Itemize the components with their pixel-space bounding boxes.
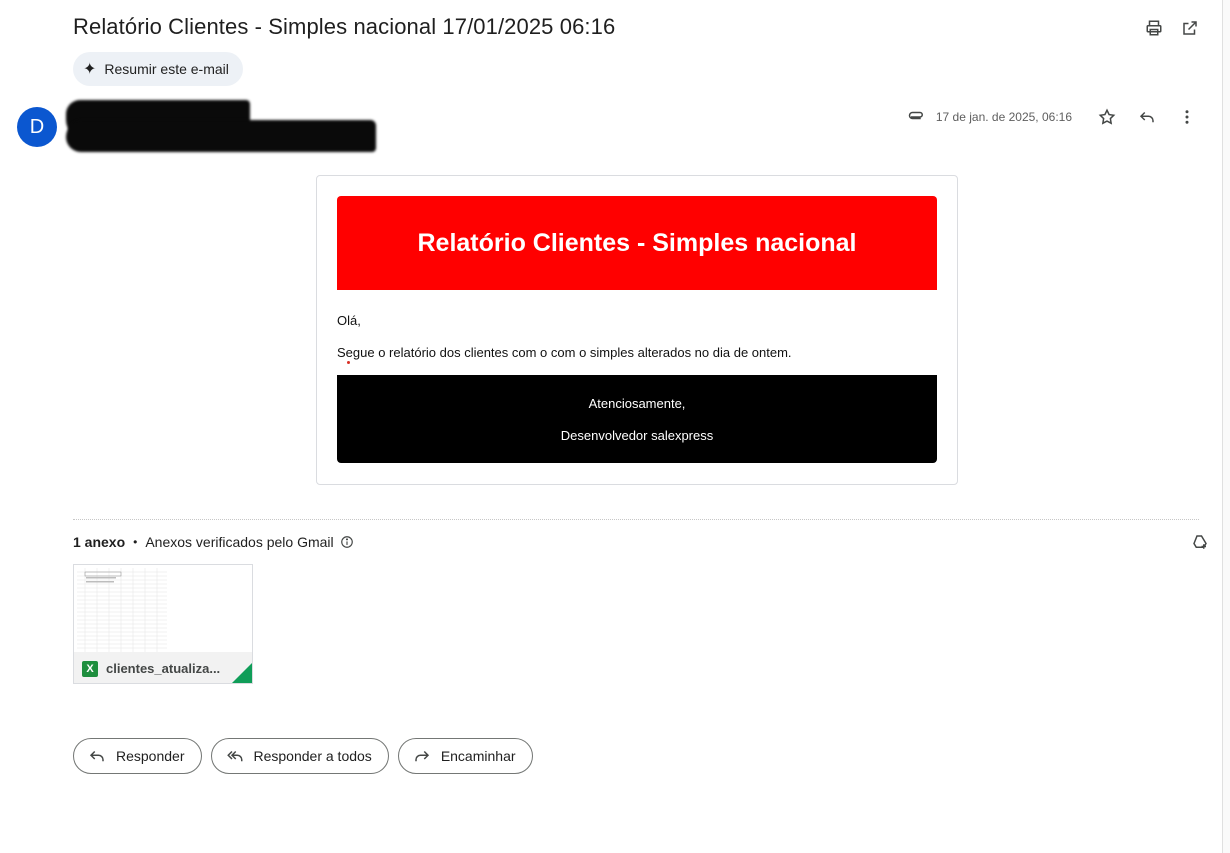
signature-text: Desenvolvedor salexpress — [560, 427, 714, 443]
email-subject: Relatório Clientes - Simples nacional 17… — [73, 14, 616, 39]
forward-label: Encaminhar — [440, 748, 516, 764]
forward-icon — [415, 750, 429, 762]
sender-avatar[interactable]: D — [17, 107, 57, 147]
reply-label: Responder — [116, 748, 185, 764]
attachments-divider — [73, 519, 1199, 520]
more-vert-icon[interactable] — [1172, 107, 1202, 127]
scrollbar-rail[interactable] — [1222, 0, 1230, 853]
bullet-separator: • — [133, 535, 138, 549]
attachment-filename: clientes_atualiza... — [106, 661, 221, 676]
attachment-count: 1 anexo — [73, 534, 126, 550]
info-icon[interactable] — [340, 535, 354, 549]
star-icon[interactable] — [1092, 107, 1122, 127]
reply-icon — [89, 750, 104, 762]
attachment-thumbnail[interactable]: X clientes_atualiza... — [73, 564, 253, 684]
email-footer: Atenciosamente, Desenvolvedor salexpress — [337, 375, 937, 463]
attachments-verified-label: Anexos verificados pelo Gmail — [145, 534, 334, 550]
reply-button[interactable]: Responder — [73, 738, 202, 774]
banner-title: Relatório Clientes - Simples nacional — [417, 228, 857, 257]
message-meta: 17 de jan. de 2025, 06:16 — [908, 107, 1202, 127]
summarize-label: Resumir este e-mail — [104, 61, 229, 77]
attachment-name-bar: X clientes_atualiza... — [74, 652, 252, 683]
add-to-drive-icon[interactable] — [1190, 532, 1210, 552]
reply-all-button[interactable]: Responder a todos — [210, 738, 389, 774]
open-in-new-window-icon[interactable] — [1180, 18, 1200, 38]
sparkle-icon: ✦ — [83, 61, 97, 78]
reply-actions: Responder Responder a todos Encaminhar — [73, 738, 533, 774]
message-text: Segue o relatório dos clientes com o com… — [337, 345, 792, 360]
reply-icon[interactable] — [1132, 107, 1162, 127]
attachments-header: 1 anexo • Anexos verificados pelo Gmail — [73, 534, 354, 550]
spellcheck-dot — [347, 361, 350, 364]
redacted-sender-address — [66, 120, 376, 152]
forward-button[interactable]: Encaminhar — [397, 738, 533, 774]
message-date: 17 de jan. de 2025, 06:16 — [935, 110, 1072, 124]
file-corner-fold — [232, 663, 252, 683]
reply-all-label: Responder a todos — [253, 748, 372, 764]
print-icon[interactable] — [1144, 18, 1164, 38]
email-body-card: Relatório Clientes - Simples nacional Ol… — [316, 175, 958, 485]
summarize-email-button[interactable]: ✦ Resumir este e-mail — [73, 52, 243, 86]
email-banner: Relatório Clientes - Simples nacional — [337, 196, 937, 290]
signoff-text: Atenciosamente, — [588, 395, 686, 411]
spreadsheet-preview — [77, 568, 167, 652]
reply-all-icon — [226, 750, 242, 762]
excel-icon: X — [82, 660, 98, 677]
paperclip-icon — [908, 111, 923, 120]
header-actions — [1144, 18, 1200, 38]
greeting-text: Olá, — [337, 313, 361, 328]
